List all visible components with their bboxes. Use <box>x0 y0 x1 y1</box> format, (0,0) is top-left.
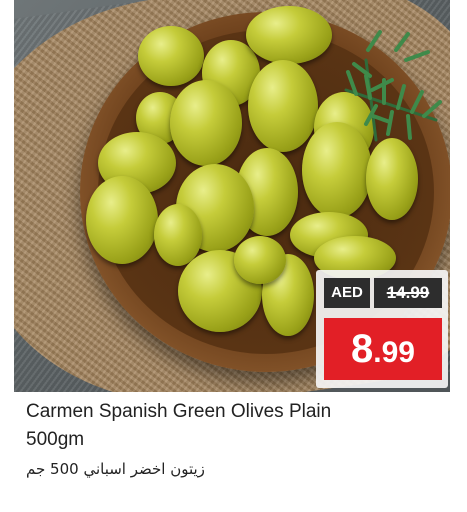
olive <box>138 26 204 86</box>
olive <box>248 60 318 152</box>
sale-price: 8.99 <box>324 318 442 380</box>
product-name-arabic: زيتون اخضر اسباني 500 جم <box>26 460 205 478</box>
old-price: 14.99 <box>374 278 442 308</box>
rosemary-sprig <box>344 30 442 142</box>
olive <box>246 6 332 64</box>
price-tag: AED 14.99 8.99 <box>316 270 448 388</box>
product-title[interactable]: Carmen Spanish Green Olives Plain 500gm <box>26 398 446 454</box>
olive <box>170 80 242 166</box>
product-name: Carmen Spanish Green Olives Plain <box>26 401 332 422</box>
olive <box>86 176 158 264</box>
currency-label: AED <box>324 278 370 308</box>
olive <box>234 236 286 284</box>
product-card[interactable]: AED 14.99 8.99 Carmen Spanish Green Oliv… <box>14 0 450 512</box>
product-image[interactable]: AED 14.99 8.99 <box>14 0 450 392</box>
product-size: 500gm <box>26 429 85 450</box>
